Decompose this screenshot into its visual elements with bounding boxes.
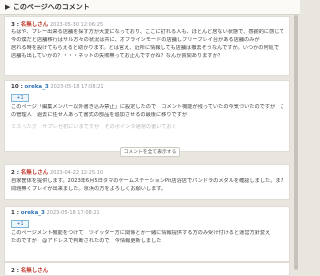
comment-item: 1 : oreka_3 2023-05-18 17:08:21 +1 このページ… bbox=[4, 206, 290, 262]
comment-text-line: 自家筐体を提供します。2023年6月5日タマのゲームステーションPit店浴店でパ… bbox=[11, 178, 283, 184]
comment-item: 3 : 名無しさん 2023-05-30 12:06:25 もはや、プレー出来る… bbox=[4, 16, 290, 76]
comment-date: 2023-05-30 12:06:25 bbox=[49, 22, 104, 28]
comment-text-line: このページ「編集メンバー以外書き込み禁止」に設定したので コメント機能が残ってい… bbox=[11, 104, 283, 110]
caret-icon: ▶ bbox=[5, 3, 13, 11]
comment-date: 2023-05-18 17:08:21 bbox=[50, 84, 104, 90]
comment-number: 10 : bbox=[11, 84, 23, 90]
scrollbar[interactable] bbox=[294, 15, 298, 270]
comment-number: 3 : bbox=[11, 22, 19, 28]
comment-item: 2 : 名無しさん bbox=[4, 262, 290, 276]
comment-meta: 1 : oreka_3 2023-05-18 17:08:21 bbox=[11, 210, 100, 216]
comment-text-line: 居れる時を設けてもらえると助かります。とは言え、近所に情報しても店舗は撤去そうな… bbox=[11, 45, 280, 51]
comment-author-link[interactable]: oreka_3 bbox=[25, 84, 49, 90]
comment-number: 2 : bbox=[11, 268, 19, 274]
vote-badge[interactable]: +1 bbox=[11, 94, 29, 102]
comment-item: 10 : oreka_3 2023-05-18 17:08:21 +1 このペー… bbox=[4, 80, 290, 157]
comment-author: 名無しさん bbox=[20, 268, 49, 274]
page-header: ▶ このページへのコメント bbox=[0, 0, 300, 15]
comment-author: 名無しさん bbox=[20, 22, 49, 28]
comment-text-line: の管理人 過去に任せ人あって書式の部品を追加させるの最後に移りですが bbox=[11, 112, 188, 118]
comment-meta: 2 : 名無しさん 2023-04-22 12:25:10 bbox=[11, 168, 103, 176]
comment-text-line: このページメント機能をつけて ツイッター方に関係とか一緒に情報提供する方のみ受け… bbox=[11, 230, 271, 236]
comment-text-line: 問題無くプレイが出来ました。京浜の方をよろしくお願いします。 bbox=[11, 186, 167, 192]
comment-number: 2 : bbox=[11, 170, 19, 176]
show-all-comments-button[interactable]: コメントを全て表示する bbox=[120, 147, 180, 157]
comment-author-link[interactable]: oreka_3 bbox=[21, 210, 45, 216]
comment-meta: 10 : oreka_3 2023-05-18 17:08:21 bbox=[11, 84, 104, 90]
comment-text-line: もはや、プレー出来る店舗を探す方が大変になっており、ここに訂れる人も、ほとんど居… bbox=[11, 29, 283, 35]
comment-text-line: ミスったグ サプレゼ初にいまですが そのポインタ通常の書いておく bbox=[11, 124, 177, 130]
comment-meta: 3 : 名無しさん 2023-05-30 12:06:25 bbox=[11, 20, 103, 28]
comment-text-line: たのですが @アドレスで判断されたので 今情報更新しました bbox=[11, 238, 162, 244]
comment-text-line: 店舗も出していかの？・・・ネットの失敗無ってお止んですかね？なんか質問ありますか… bbox=[11, 53, 223, 59]
comment-item: 2 : 名無しさん 2023-04-22 12:25:10 自家筐体を提供します… bbox=[4, 164, 290, 200]
comment-date: 2023-05-18 17:08:21 bbox=[46, 210, 100, 216]
vote-badge[interactable]: +1 bbox=[11, 220, 29, 228]
comment-number: 1 : bbox=[11, 210, 19, 216]
comment-author: 名無しさん bbox=[20, 170, 49, 176]
page-title: ▶ このページへのコメント bbox=[5, 3, 90, 11]
comment-date: 2023-04-22 12:25:10 bbox=[49, 170, 104, 176]
comment-text-line: 今の僕だと店舗移行はサル方々の状況は共に、オフラインモードの店舗しフリーブレイ台… bbox=[11, 37, 260, 43]
comment-meta: 2 : 名無しさん bbox=[11, 266, 48, 274]
